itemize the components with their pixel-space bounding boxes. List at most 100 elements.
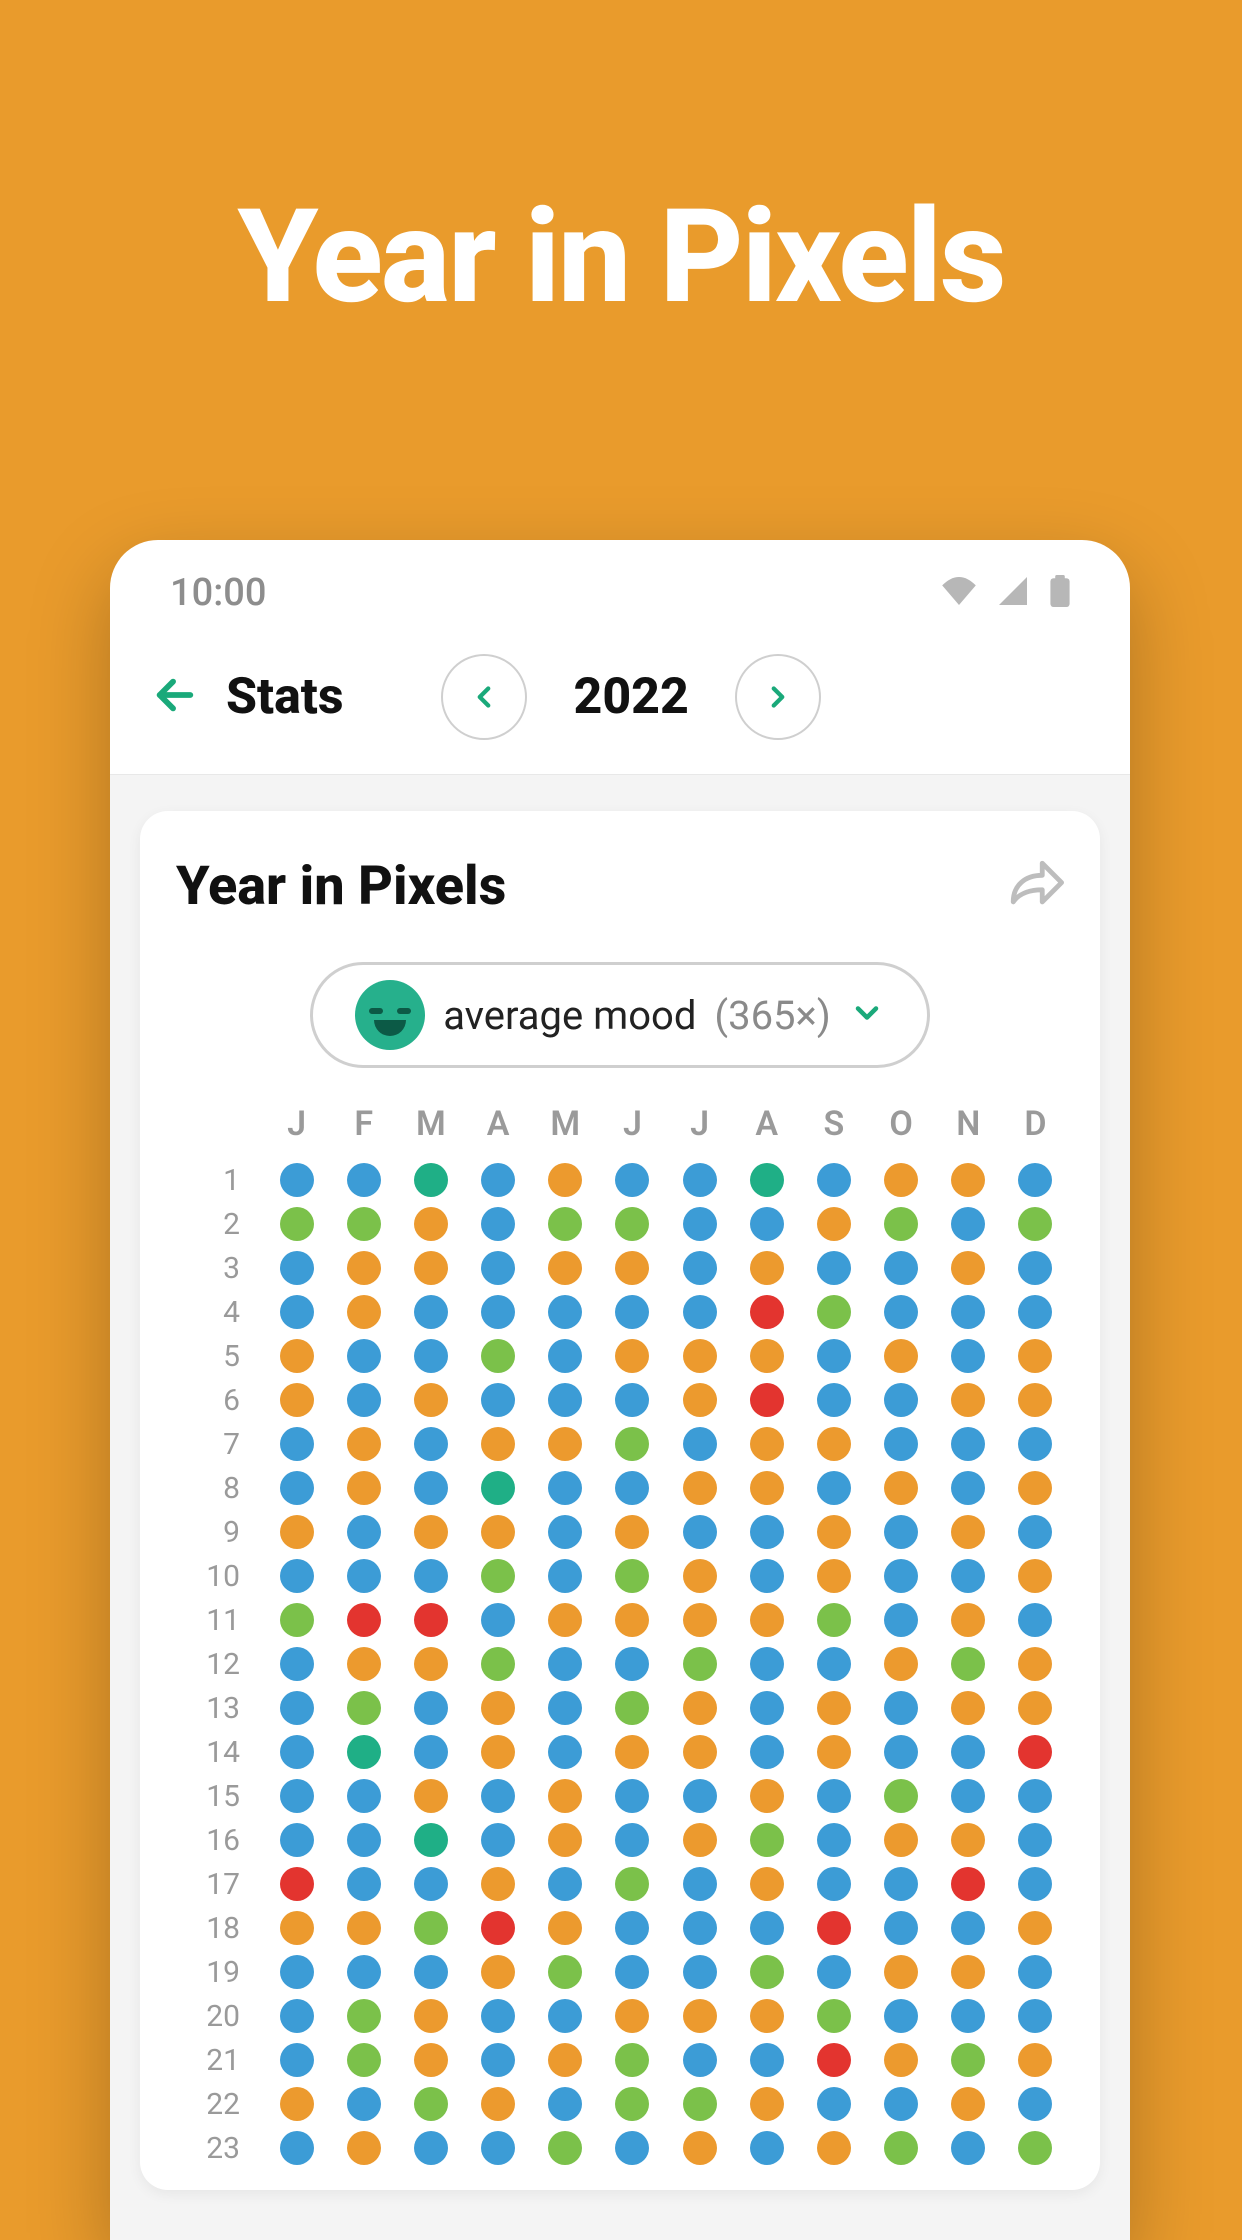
- mood-pixel[interactable]: [683, 1559, 717, 1593]
- mood-pixel[interactable]: [884, 1559, 918, 1593]
- mood-pixel[interactable]: [683, 1163, 717, 1197]
- mood-pixel[interactable]: [347, 1427, 381, 1461]
- mood-pixel[interactable]: [481, 1779, 515, 1813]
- mood-pixel[interactable]: [615, 1559, 649, 1593]
- mood-pixel[interactable]: [817, 1735, 851, 1769]
- mood-pixel[interactable]: [683, 2043, 717, 2077]
- mood-pixel[interactable]: [615, 1295, 649, 1329]
- mood-pixel[interactable]: [884, 1823, 918, 1857]
- mood-pixel[interactable]: [951, 1251, 985, 1285]
- mood-pixel[interactable]: [683, 1867, 717, 1901]
- mood-pixel[interactable]: [347, 1779, 381, 1813]
- mood-pixel[interactable]: [884, 1207, 918, 1241]
- mood-pixel[interactable]: [548, 1603, 582, 1637]
- mood-pixel[interactable]: [280, 1735, 314, 1769]
- mood-pixel[interactable]: [414, 1999, 448, 2033]
- mood-pixel[interactable]: [1018, 1163, 1052, 1197]
- mood-pixel[interactable]: [683, 1207, 717, 1241]
- mood-pixel[interactable]: [481, 1911, 515, 1945]
- mood-pixel[interactable]: [481, 2087, 515, 2121]
- mood-pixel[interactable]: [481, 1867, 515, 1901]
- mood-pixel[interactable]: [951, 1515, 985, 1549]
- mood-pixel[interactable]: [951, 1559, 985, 1593]
- mood-pixel[interactable]: [548, 1911, 582, 1945]
- mood-selector[interactable]: average mood (365×): [310, 962, 930, 1068]
- mood-pixel[interactable]: [347, 1559, 381, 1593]
- mood-pixel[interactable]: [817, 1911, 851, 1945]
- mood-pixel[interactable]: [683, 1603, 717, 1637]
- mood-pixel[interactable]: [884, 1779, 918, 1813]
- mood-pixel[interactable]: [347, 1691, 381, 1725]
- mood-pixel[interactable]: [548, 1779, 582, 1813]
- mood-pixel[interactable]: [1018, 1383, 1052, 1417]
- mood-pixel[interactable]: [884, 1295, 918, 1329]
- mood-pixel[interactable]: [1018, 1647, 1052, 1681]
- mood-pixel[interactable]: [347, 1295, 381, 1329]
- mood-pixel[interactable]: [414, 1647, 448, 1681]
- mood-pixel[interactable]: [750, 1295, 784, 1329]
- mood-pixel[interactable]: [884, 2087, 918, 2121]
- mood-pixel[interactable]: [347, 1867, 381, 1901]
- mood-pixel[interactable]: [1018, 1823, 1052, 1857]
- mood-pixel[interactable]: [951, 1603, 985, 1637]
- mood-pixel[interactable]: [481, 2043, 515, 2077]
- mood-pixel[interactable]: [280, 1911, 314, 1945]
- mood-pixel[interactable]: [1018, 1427, 1052, 1461]
- mood-pixel[interactable]: [683, 1647, 717, 1681]
- mood-pixel[interactable]: [1018, 1735, 1052, 1769]
- mood-pixel[interactable]: [817, 2131, 851, 2165]
- mood-pixel[interactable]: [347, 1163, 381, 1197]
- mood-pixel[interactable]: [1018, 1515, 1052, 1549]
- mood-pixel[interactable]: [817, 1339, 851, 1373]
- mood-pixel[interactable]: [817, 1691, 851, 1725]
- mood-pixel[interactable]: [280, 1383, 314, 1417]
- mood-pixel[interactable]: [951, 1207, 985, 1241]
- mood-pixel[interactable]: [347, 2043, 381, 2077]
- mood-pixel[interactable]: [951, 1735, 985, 1769]
- mood-pixel[interactable]: [817, 1251, 851, 1285]
- mood-pixel[interactable]: [1018, 1471, 1052, 1505]
- mood-pixel[interactable]: [548, 1427, 582, 1461]
- mood-pixel[interactable]: [280, 1647, 314, 1681]
- mood-pixel[interactable]: [481, 1383, 515, 1417]
- mood-pixel[interactable]: [683, 1999, 717, 2033]
- mood-pixel[interactable]: [280, 1999, 314, 2033]
- mood-pixel[interactable]: [1018, 2087, 1052, 2121]
- mood-pixel[interactable]: [817, 1999, 851, 2033]
- mood-pixel[interactable]: [548, 1955, 582, 1989]
- mood-pixel[interactable]: [280, 1251, 314, 1285]
- mood-pixel[interactable]: [615, 1779, 649, 1813]
- mood-pixel[interactable]: [1018, 1691, 1052, 1725]
- mood-pixel[interactable]: [548, 1251, 582, 1285]
- mood-pixel[interactable]: [347, 1823, 381, 1857]
- mood-pixel[interactable]: [615, 1383, 649, 1417]
- mood-pixel[interactable]: [280, 1339, 314, 1373]
- mood-pixel[interactable]: [615, 1251, 649, 1285]
- mood-pixel[interactable]: [414, 1295, 448, 1329]
- mood-pixel[interactable]: [615, 1647, 649, 1681]
- mood-pixel[interactable]: [414, 1823, 448, 1857]
- mood-pixel[interactable]: [280, 1207, 314, 1241]
- mood-pixel[interactable]: [615, 2131, 649, 2165]
- mood-pixel[interactable]: [615, 2043, 649, 2077]
- mood-pixel[interactable]: [750, 1515, 784, 1549]
- mood-pixel[interactable]: [615, 1823, 649, 1857]
- mood-pixel[interactable]: [683, 2131, 717, 2165]
- mood-pixel[interactable]: [683, 2087, 717, 2121]
- mood-pixel[interactable]: [884, 2043, 918, 2077]
- mood-pixel[interactable]: [817, 1559, 851, 1593]
- prev-year-button[interactable]: [441, 654, 527, 740]
- mood-pixel[interactable]: [414, 1691, 448, 1725]
- mood-pixel[interactable]: [750, 1559, 784, 1593]
- mood-pixel[interactable]: [347, 1735, 381, 1769]
- mood-pixel[interactable]: [1018, 1251, 1052, 1285]
- mood-pixel[interactable]: [414, 1207, 448, 1241]
- mood-pixel[interactable]: [548, 1999, 582, 2033]
- mood-pixel[interactable]: [884, 1163, 918, 1197]
- mood-pixel[interactable]: [615, 1735, 649, 1769]
- mood-pixel[interactable]: [548, 1647, 582, 1681]
- mood-pixel[interactable]: [481, 1471, 515, 1505]
- mood-pixel[interactable]: [683, 1383, 717, 1417]
- mood-pixel[interactable]: [548, 1515, 582, 1549]
- mood-pixel[interactable]: [414, 1427, 448, 1461]
